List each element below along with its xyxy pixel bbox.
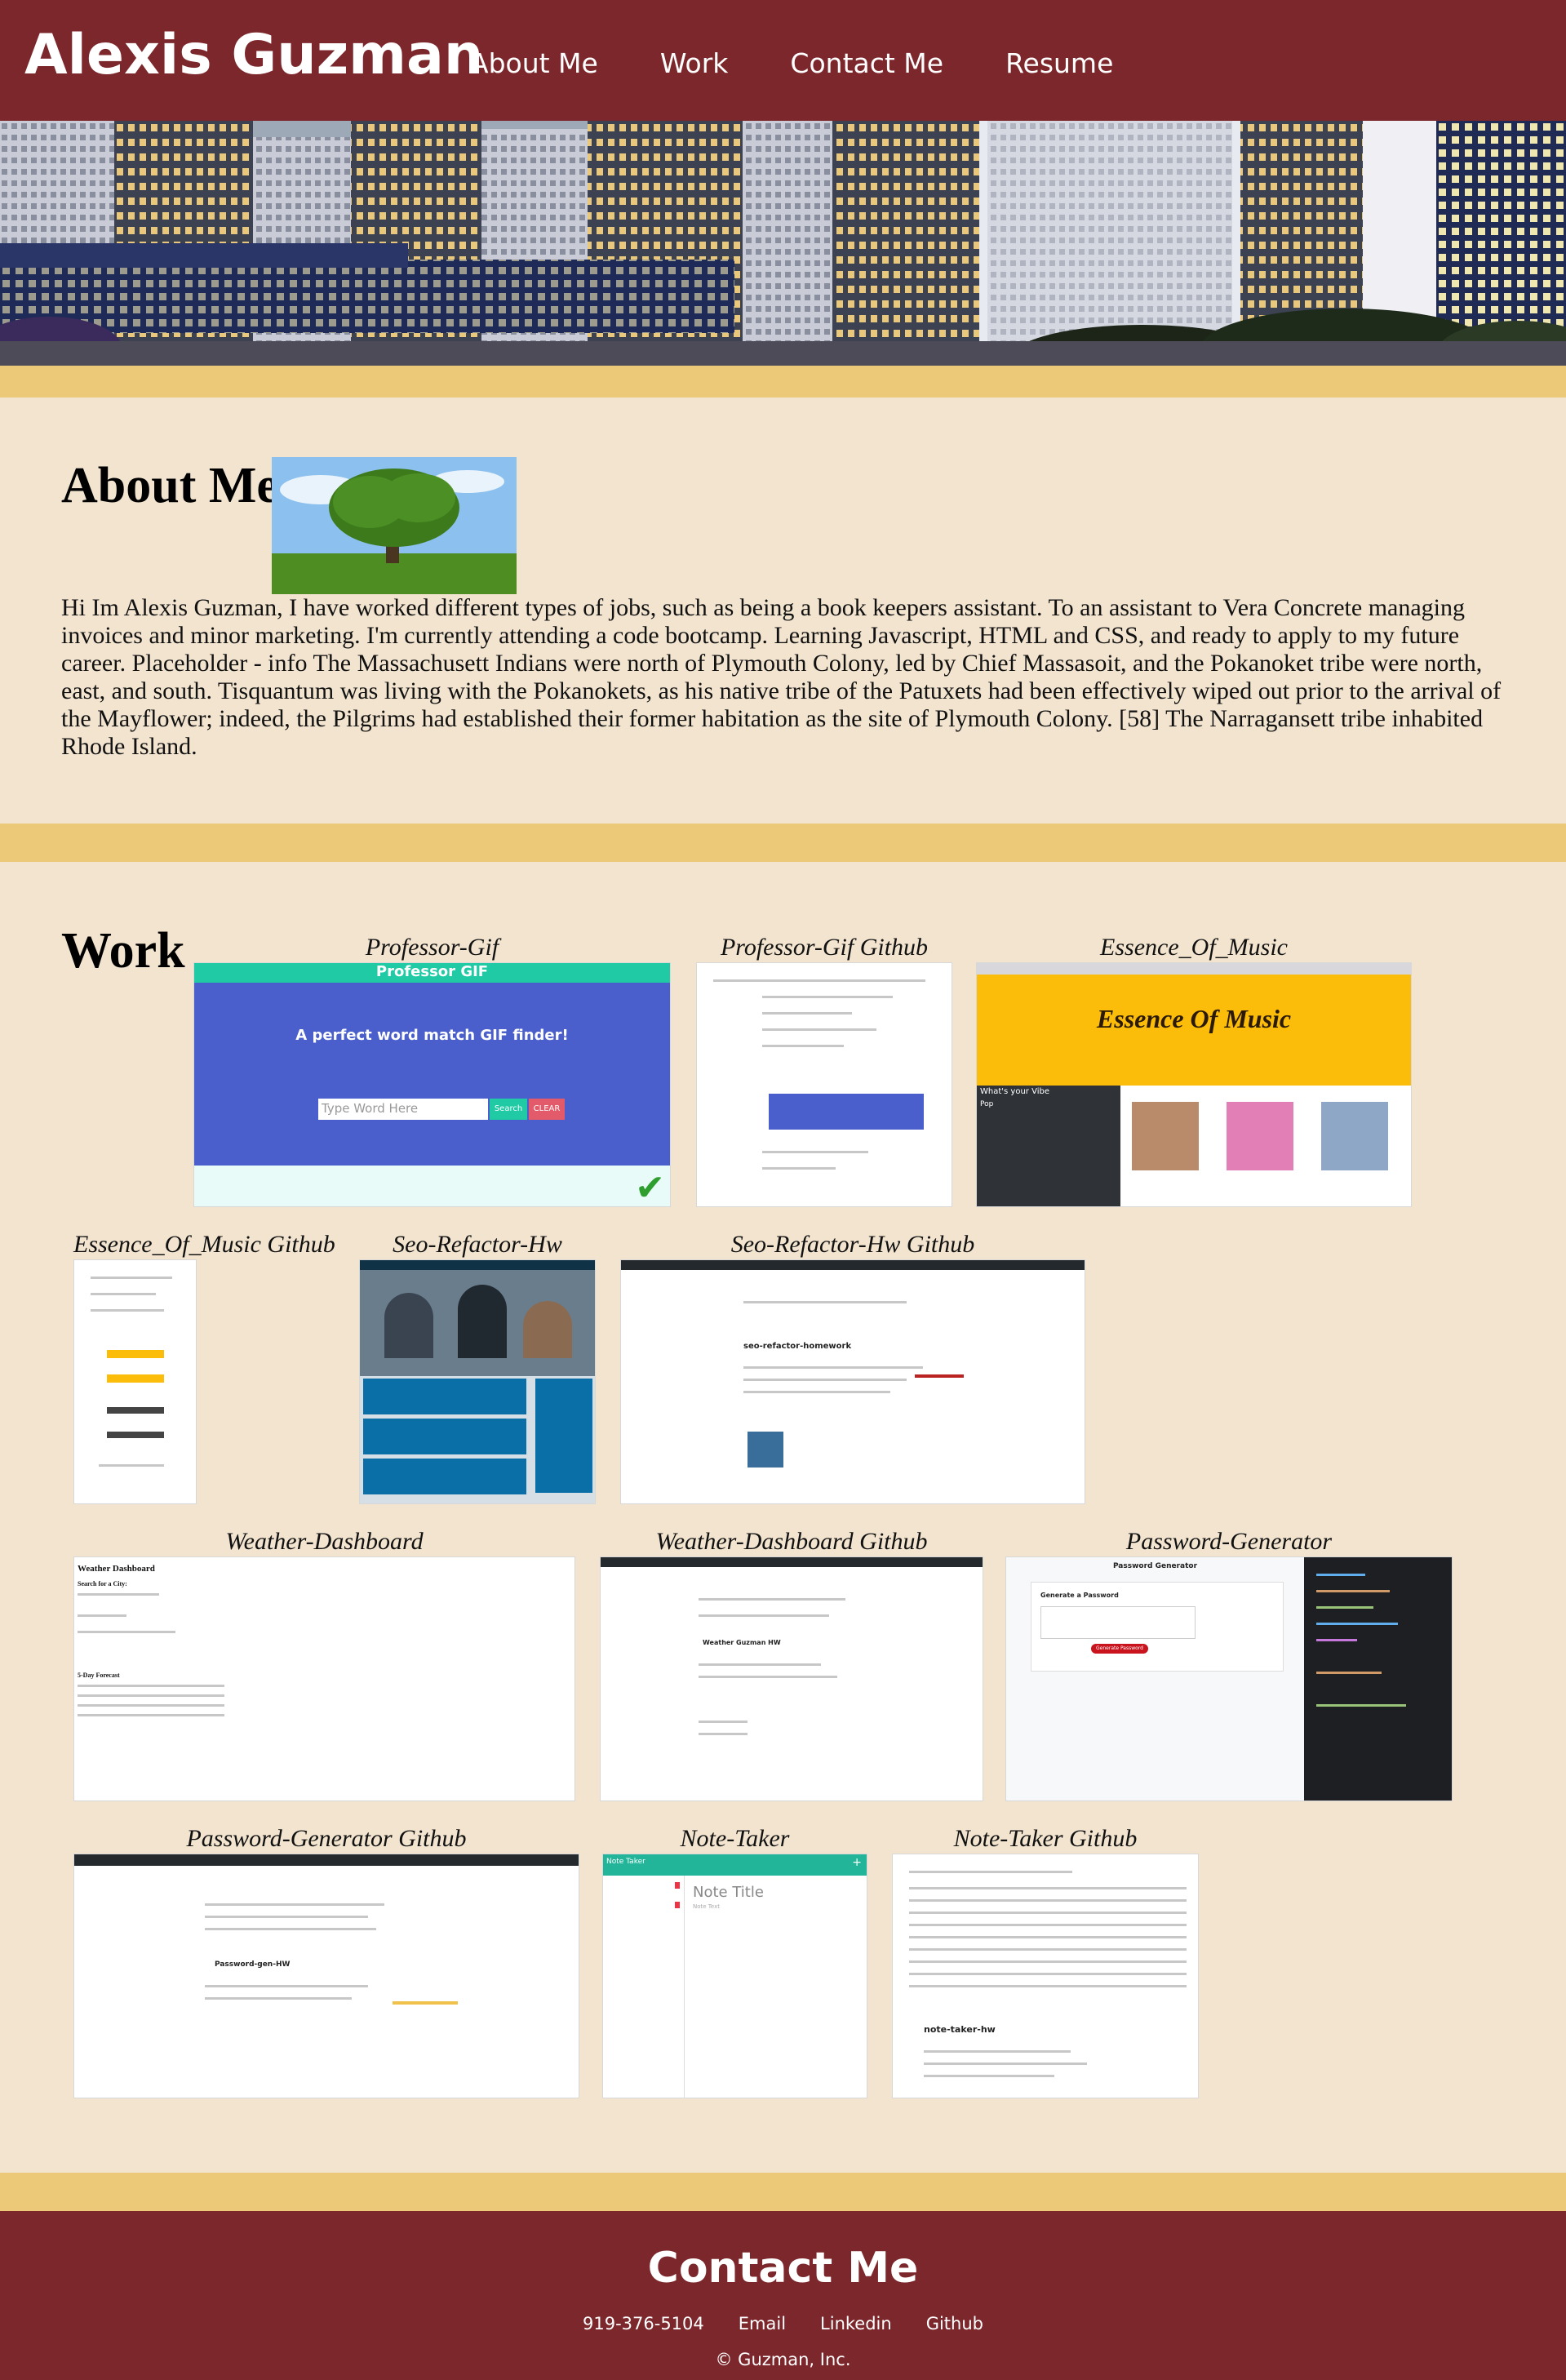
- professor-gif-github-screenshot[interactable]: [696, 962, 952, 1207]
- nav-contact-me[interactable]: Contact Me: [790, 47, 943, 79]
- mini-card-title: Generate a Password: [1040, 1592, 1119, 1599]
- work-item-password-generator: Password-Generator Password Generator Ge…: [1005, 1528, 1453, 1801]
- work-item-seo-refactor-hw: Seo-Refactor-Hw: [359, 1231, 596, 1504]
- mini-clear: CLEAR: [529, 1099, 565, 1120]
- note-taker-screenshot[interactable]: Note Taker + Note Title Note Text: [602, 1854, 867, 2098]
- mini-heading: note-taker-hw: [924, 2024, 996, 2035]
- nav-work[interactable]: Work: [660, 47, 729, 79]
- mini-tagline: A perfect word match GIF finder!: [295, 1027, 569, 1044]
- main-nav: About Me Work Contact Me Resume: [470, 47, 1175, 79]
- contact-links: 919-376-5104 Email Linkedin Github: [0, 2314, 1566, 2333]
- divider-band: [0, 2173, 1566, 2211]
- copyright: © Guzman, Inc.: [715, 2350, 851, 2369]
- mini-heading: Password Generator: [1112, 1562, 1198, 1570]
- plus-icon: +: [852, 1856, 862, 1869]
- mini-app-title: Note Taker: [606, 1858, 645, 1866]
- work-item-essence-of-music-github: Essence_Of_Music Github: [73, 1231, 335, 1504]
- work-caption: Password-Generator Github: [186, 1825, 467, 1852]
- email-link[interactable]: Email: [739, 2314, 786, 2333]
- mini-heading: Weather Guzman HW: [703, 1639, 781, 1646]
- hero-city-image: [0, 121, 1566, 366]
- mini-sidebar-text: What's your Vibe: [980, 1087, 1049, 1096]
- about-title: About Me: [61, 458, 279, 513]
- work-caption: Note-Taker Github: [953, 1825, 1138, 1852]
- work-caption: Professor-Gif: [365, 934, 499, 961]
- city-skyline-illustration: [0, 121, 1566, 366]
- work-caption: Essence_Of_Music: [1100, 934, 1288, 961]
- work-caption: Seo-Refactor-Hw Github: [730, 1231, 975, 1258]
- seo-refactor-hw-github-screenshot[interactable]: seo-refactor-homework: [620, 1259, 1085, 1504]
- nav-about-me[interactable]: About Me: [470, 47, 598, 79]
- work-caption: Password-Generator: [1125, 1528, 1333, 1555]
- about-paragraph: Hi Im Alexis Guzman, I have worked diffe…: [61, 594, 1502, 760]
- work-item-professor-gif-github: Professor-Gif Github: [696, 934, 952, 1207]
- mini-search: Search: [490, 1099, 527, 1120]
- mini-heading: Weather Dashboard: [78, 1564, 155, 1574]
- divider-band: [0, 366, 1566, 397]
- work-caption: Weather-Dashboard Github: [655, 1528, 928, 1555]
- essence-of-music-screenshot[interactable]: Essence Of Music What's your Vibe Pop: [976, 962, 1412, 1207]
- mini-title: Professor GIF: [375, 963, 489, 980]
- contact-footer: Contact Me 919-376-5104 Email Linkedin G…: [0, 2211, 1566, 2380]
- linkedin-link[interactable]: Linkedin: [820, 2314, 892, 2333]
- phone-number: 919-376-5104: [583, 2314, 704, 2333]
- brand-link[interactable]: Alexis Guzman: [24, 23, 483, 87]
- weather-dashboard-github-screenshot[interactable]: Weather Guzman HW: [600, 1556, 983, 1801]
- password-generator-screenshot[interactable]: Password Generator Generate a Password G…: [1005, 1556, 1453, 1801]
- work-title: Work: [61, 923, 185, 979]
- work-item-password-generator-github: Password-Generator Github Password-gen-H…: [73, 1825, 579, 2098]
- mini-heading: Password-gen-HW: [215, 1960, 291, 1969]
- mini-logo: Essence Of Music: [1096, 1004, 1292, 1033]
- mini-heading: seo-refactor-homework: [743, 1342, 852, 1351]
- mini-genre-text: Pop: [980, 1100, 994, 1108]
- work-caption: Professor-Gif Github: [720, 934, 929, 961]
- seo-refactor-hw-screenshot[interactable]: [359, 1259, 596, 1504]
- divider-band: [0, 824, 1566, 862]
- work-item-essence-of-music: Essence_Of_Music Essence Of Music What's…: [976, 934, 1412, 1207]
- work-caption: Note-Taker: [680, 1825, 790, 1852]
- password-generator-github-screenshot[interactable]: Password-gen-HW: [73, 1854, 579, 2098]
- mini-note-title: Note Title: [693, 1884, 764, 1901]
- github-link[interactable]: Github: [926, 2314, 983, 2333]
- work-item-professor-gif: Professor-Gif Professor GIF A perfect wo…: [193, 934, 671, 1207]
- work-item-weather-dashboard-github: Weather-Dashboard Github Weather Guzman …: [600, 1528, 983, 1801]
- checkmark-icon: ✔: [635, 1167, 665, 1207]
- site-header: Alexis Guzman About Me Work Contact Me R…: [0, 0, 1566, 121]
- mini-button: Generate Password: [1091, 1644, 1148, 1654]
- mini-forecast-label: 5-Day Forecast: [78, 1672, 120, 1679]
- work-caption: Weather-Dashboard: [225, 1528, 424, 1555]
- note-taker-github-screenshot[interactable]: note-taker-hw: [892, 1854, 1199, 2098]
- mini-input: Type Word Here: [318, 1099, 488, 1120]
- weather-dashboard-screenshot[interactable]: Weather Dashboard Search for a City: 5-D…: [73, 1556, 575, 1801]
- work-item-seo-refactor-hw-github: Seo-Refactor-Hw Github seo-refactor-home…: [620, 1231, 1085, 1504]
- contact-title: Contact Me: [647, 2244, 919, 2293]
- mini-search-label: Search for a City:: [78, 1580, 127, 1587]
- mini-note-text: Note Text: [693, 1903, 720, 1910]
- professor-gif-screenshot[interactable]: Professor GIF A perfect word match GIF f…: [193, 962, 671, 1207]
- work-item-weather-dashboard: Weather-Dashboard Weather Dashboard Sear…: [73, 1528, 575, 1801]
- nav-resume[interactable]: Resume: [1005, 47, 1113, 79]
- essence-of-music-github-screenshot[interactable]: [73, 1259, 197, 1504]
- work-caption: Seo-Refactor-Hw: [393, 1231, 562, 1258]
- work-item-note-taker-github: Note-Taker Github note-taker-hw: [892, 1825, 1199, 2098]
- tree-photo-icon: [272, 457, 517, 594]
- work-item-note-taker: Note-Taker Note Taker + Note Title Note …: [602, 1825, 867, 2098]
- work-caption: Essence_Of_Music Github: [73, 1231, 335, 1258]
